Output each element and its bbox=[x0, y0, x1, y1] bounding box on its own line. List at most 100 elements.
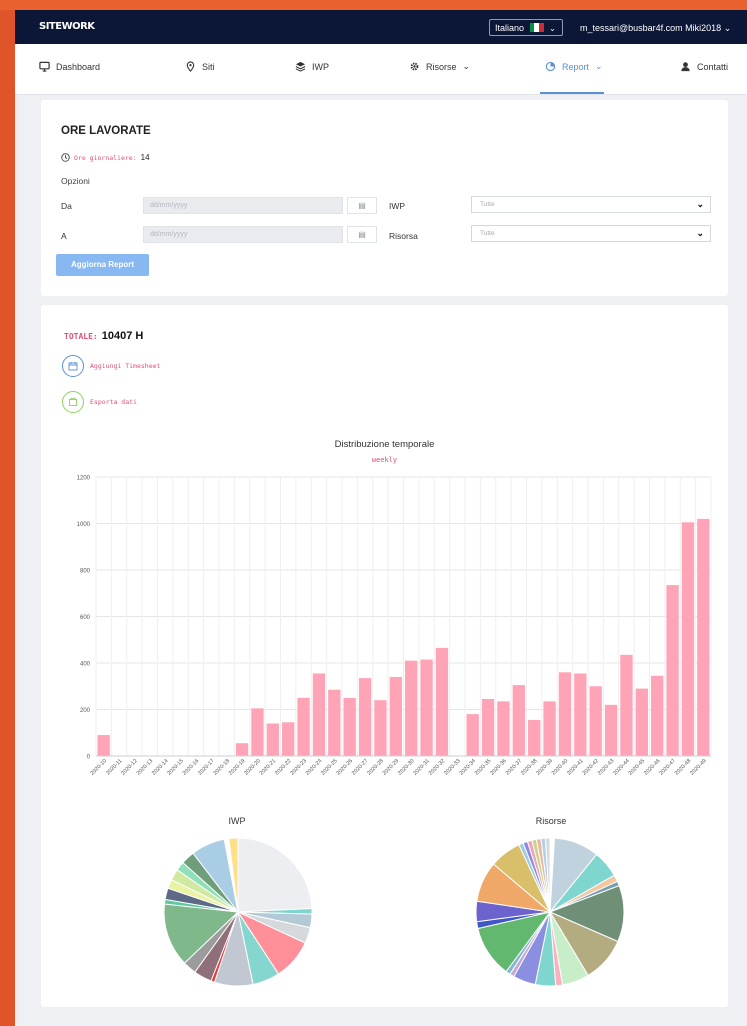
menu-risorse[interactable]: Risorse ⌄ bbox=[409, 61, 470, 72]
bar[interactable] bbox=[343, 697, 356, 756]
report-card: TOTALE: 10407 H Aggiungi Timesheet Espor… bbox=[41, 305, 728, 1007]
active-tab-indicator bbox=[540, 92, 604, 94]
bar[interactable] bbox=[651, 675, 664, 756]
menu-label: Report bbox=[562, 61, 590, 72]
bar[interactable] bbox=[282, 722, 295, 756]
chevron-down-icon: ⌄ bbox=[723, 23, 732, 33]
bar[interactable] bbox=[574, 673, 587, 756]
bar-chart-subtitle: weekly bbox=[371, 456, 398, 464]
update-report-button[interactable]: Aggiorna Report bbox=[56, 254, 149, 276]
menu-label: Contatti bbox=[697, 61, 729, 72]
menu-contatti[interactable]: Contatti bbox=[680, 61, 728, 72]
chevron-down-icon: ⌄ bbox=[595, 61, 603, 71]
user-label: m_tessari@busbar4f.com Miki2018 bbox=[580, 23, 722, 33]
add-timesheet-button[interactable] bbox=[62, 355, 84, 377]
bar[interactable] bbox=[528, 719, 541, 756]
iwp-select[interactable]: Tutte ⌄ bbox=[471, 196, 711, 213]
total-hours: TOTALE: 10407 H bbox=[64, 330, 143, 342]
page-title: ORE LAVORATE bbox=[61, 125, 151, 137]
filters-card: ORE LAVORATE Ore giornaliere: 14 Opzioni… bbox=[41, 100, 728, 296]
language-selector[interactable]: Italiano ⌄ bbox=[489, 19, 563, 36]
bar[interactable] bbox=[620, 654, 633, 756]
daily-hours-value: 14 bbox=[140, 153, 150, 162]
bar[interactable] bbox=[251, 708, 264, 756]
bar[interactable] bbox=[389, 676, 402, 756]
bar[interactable] bbox=[405, 660, 418, 756]
user-menu[interactable]: m_tessari@busbar4f.com Miki2018 ⌄ bbox=[580, 23, 731, 34]
clock-icon bbox=[61, 153, 70, 162]
export-button[interactable] bbox=[62, 391, 84, 413]
bar[interactable] bbox=[266, 723, 279, 756]
monitor-icon bbox=[39, 61, 50, 72]
bar[interactable] bbox=[235, 743, 249, 756]
bar[interactable] bbox=[543, 701, 556, 756]
menu-dashboard[interactable]: Dashboard bbox=[39, 61, 100, 72]
chevron-down-icon: ⌄ bbox=[462, 61, 471, 71]
bar[interactable] bbox=[589, 686, 602, 756]
menu-iwp[interactable]: IWP bbox=[295, 61, 329, 72]
bar[interactable] bbox=[666, 585, 679, 756]
daily-hours-row: Ore giornaliere: 14 bbox=[61, 153, 150, 162]
app-logo[interactable]: SITEWORK bbox=[39, 21, 95, 32]
italian-flag-icon bbox=[529, 23, 544, 32]
bar[interactable] bbox=[97, 735, 110, 756]
bar-chart-title: Distribuzione temporale bbox=[334, 439, 435, 450]
main-menu: Dashboard Siti IWP Risorse ⌄ Report ⌄ Co… bbox=[15, 44, 747, 95]
bar[interactable] bbox=[358, 678, 372, 756]
to-calendar-button[interactable]: ▤ bbox=[347, 226, 377, 243]
bar[interactable] bbox=[697, 518, 710, 756]
to-date-placeholder: dd/mm/yyyy bbox=[150, 231, 188, 238]
bar[interactable] bbox=[512, 685, 525, 756]
menu-siti[interactable]: Siti bbox=[185, 61, 215, 72]
bar[interactable] bbox=[497, 701, 510, 756]
bar[interactable] bbox=[466, 714, 479, 756]
gear-icon bbox=[410, 62, 419, 71]
options-heading: Opzioni bbox=[61, 176, 90, 186]
calendar-icon: ▤ bbox=[358, 230, 366, 239]
from-calendar-button[interactable]: ▤ bbox=[347, 197, 377, 214]
menu-report[interactable]: Report ⌄ bbox=[545, 61, 603, 72]
daily-hours-label: Ore giornaliere: bbox=[74, 153, 137, 162]
risorsa-select[interactable]: Tutte ⌄ bbox=[471, 225, 711, 242]
from-date-input[interactable]: dd/mm/yyyy bbox=[143, 197, 343, 214]
iwp-select-value: Tutte bbox=[480, 201, 495, 208]
to-label: A bbox=[61, 231, 67, 241]
total-label: TOTALE: bbox=[64, 332, 98, 341]
bar[interactable] bbox=[635, 688, 648, 756]
risorsa-select-value: Tutte bbox=[480, 230, 495, 237]
bar[interactable] bbox=[435, 647, 449, 756]
y-tick-label: 1200 bbox=[77, 476, 91, 482]
add-timesheet-action[interactable]: Aggiungi Timesheet bbox=[62, 355, 160, 377]
export-icon bbox=[69, 397, 77, 406]
menu-label: Risorse bbox=[426, 61, 457, 72]
top-navbar: SITEWORK Italiano ⌄ m_tessari@busbar4f.c… bbox=[15, 10, 747, 44]
x-tick-label: 2020-10 bbox=[90, 758, 109, 777]
from-label: Da bbox=[61, 201, 72, 211]
x-tick-label: 2020-49 bbox=[689, 758, 708, 777]
bar[interactable] bbox=[312, 673, 326, 756]
y-tick-label: 200 bbox=[80, 708, 91, 714]
risorse-pie-title: Risorse bbox=[535, 816, 567, 826]
menu-label: IWP bbox=[312, 61, 329, 72]
risorse-pie-chart bbox=[475, 837, 625, 987]
chevron-down-icon: ⌄ bbox=[549, 24, 556, 33]
bar[interactable] bbox=[297, 697, 310, 756]
pie-chart-icon bbox=[545, 61, 556, 72]
chevron-down-icon: ⌄ bbox=[696, 228, 704, 238]
from-date-placeholder: dd/mm/yyyy bbox=[150, 202, 188, 209]
bar[interactable] bbox=[374, 700, 387, 756]
bar[interactable] bbox=[328, 689, 341, 756]
export-action[interactable]: Esporta dati bbox=[62, 391, 137, 413]
bar[interactable] bbox=[481, 699, 495, 756]
bar[interactable] bbox=[420, 659, 433, 756]
calendar-icon: ▤ bbox=[358, 201, 366, 210]
pie-slice[interactable] bbox=[237, 837, 313, 913]
bar[interactable] bbox=[558, 672, 572, 756]
map-pin-icon bbox=[186, 61, 195, 72]
to-date-input[interactable]: dd/mm/yyyy bbox=[143, 226, 343, 243]
bar[interactable] bbox=[681, 522, 695, 756]
bar[interactable] bbox=[604, 704, 618, 756]
language-label: Italiano bbox=[495, 23, 525, 33]
total-value: 10407 H bbox=[101, 330, 144, 342]
iwp-pie-chart bbox=[163, 837, 313, 987]
